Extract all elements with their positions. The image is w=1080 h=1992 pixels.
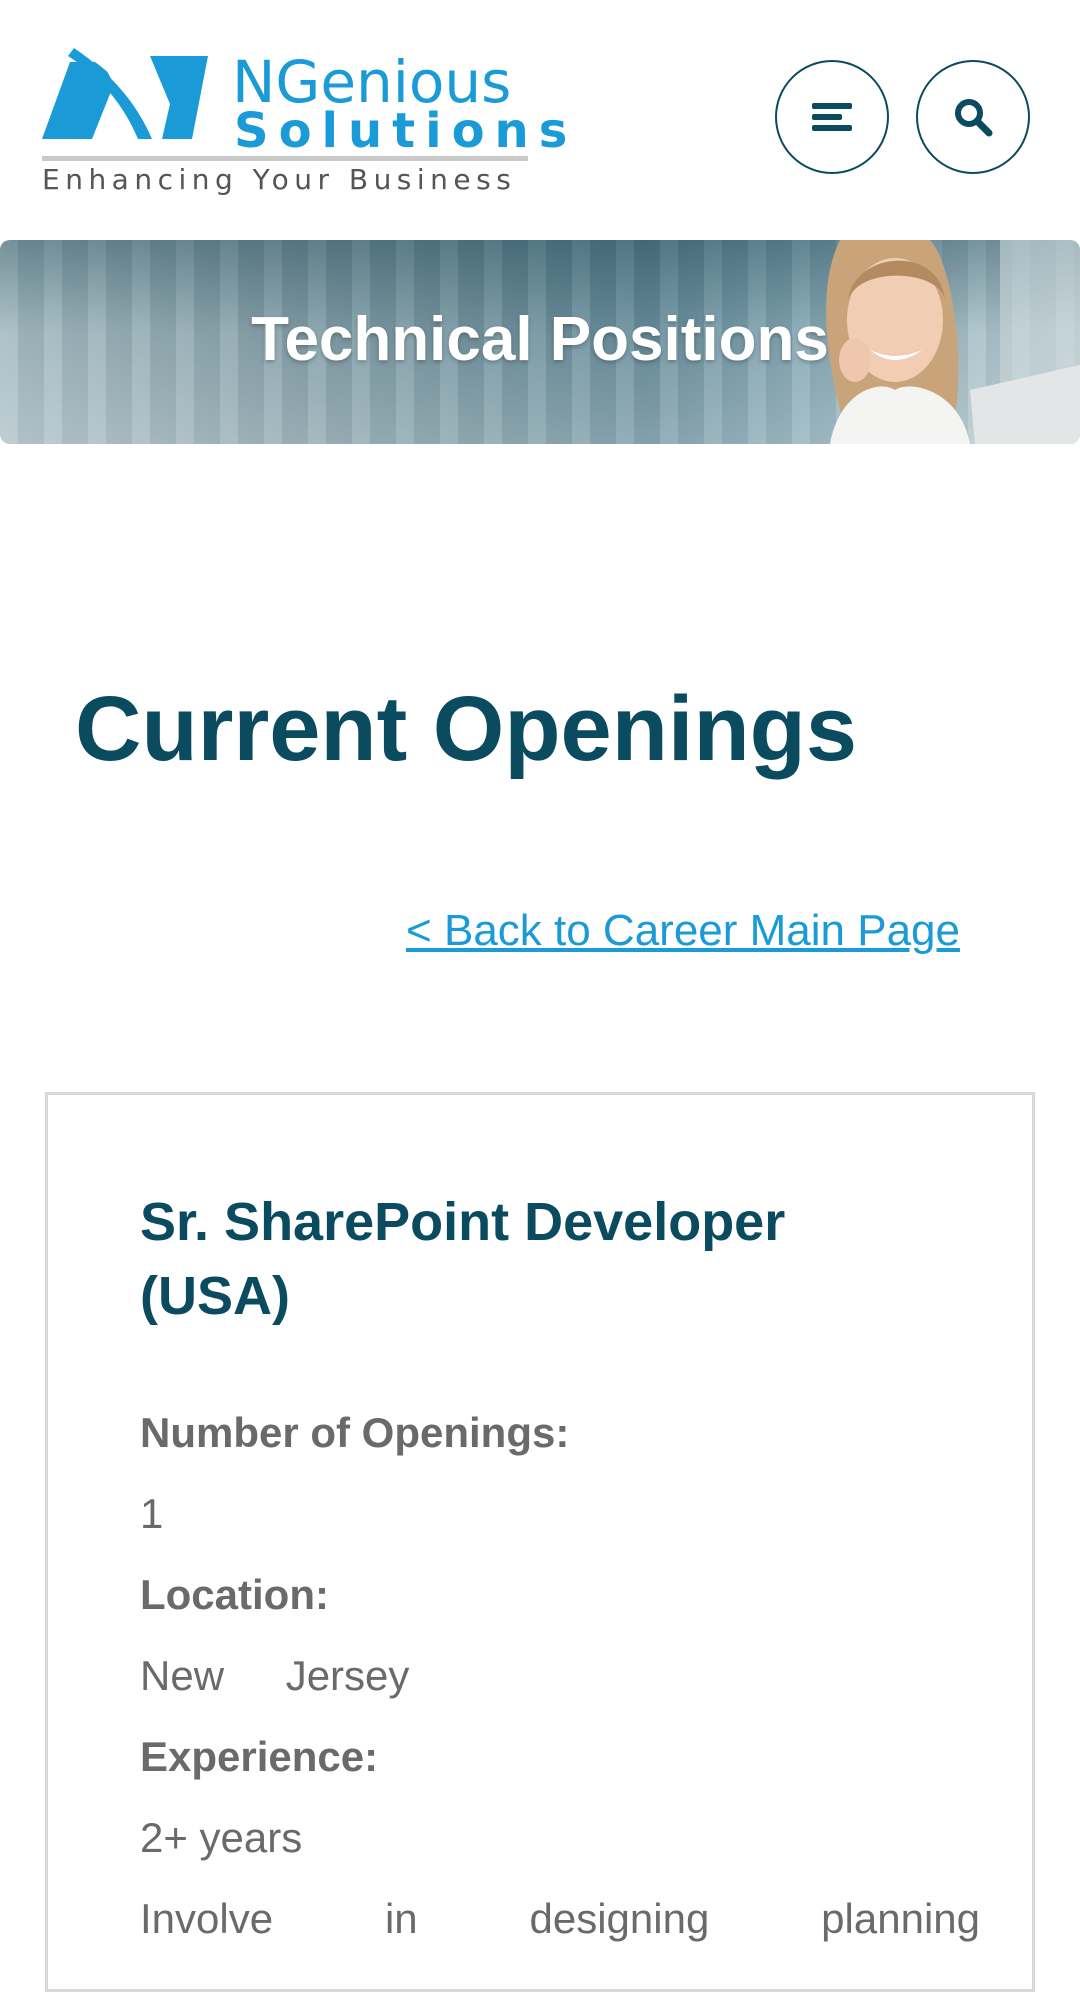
- job-title: Sr. SharePoint Developer (USA): [140, 1192, 786, 1326]
- experience-value: 2+ years: [140, 1814, 303, 1861]
- job-description: Involve in designing planning: [140, 1895, 980, 1942]
- back-to-career-link[interactable]: < Back to Career Main Page: [406, 904, 960, 958]
- openings-value: 1: [140, 1490, 164, 1537]
- logo-mark-icon: [42, 44, 208, 139]
- logo-tagline: Enhancing Your Business: [42, 163, 517, 196]
- job-card: Sr. SharePoint Developer (USA) Number of…: [45, 1092, 1035, 1992]
- search-button[interactable]: [916, 60, 1030, 174]
- location-label: Location:: [140, 1571, 329, 1618]
- search-icon: [955, 99, 993, 137]
- banner-title: Technical Positions: [251, 305, 829, 374]
- logo-divider: [42, 156, 528, 161]
- openings-label: Number of Openings:: [140, 1409, 570, 1456]
- menu-button[interactable]: [775, 60, 889, 174]
- location-value: New Jersey: [140, 1652, 410, 1699]
- hero-banner: Technical Positions: [0, 240, 1080, 444]
- logo-subname: Solutions: [234, 103, 578, 159]
- experience-label: Experience:: [140, 1733, 379, 1780]
- company-logo[interactable]: NGenious Solutions Enhancing Your Busine…: [42, 44, 567, 196]
- page-title: Current Openings: [75, 678, 858, 780]
- hamburger-menu-icon: [812, 103, 852, 131]
